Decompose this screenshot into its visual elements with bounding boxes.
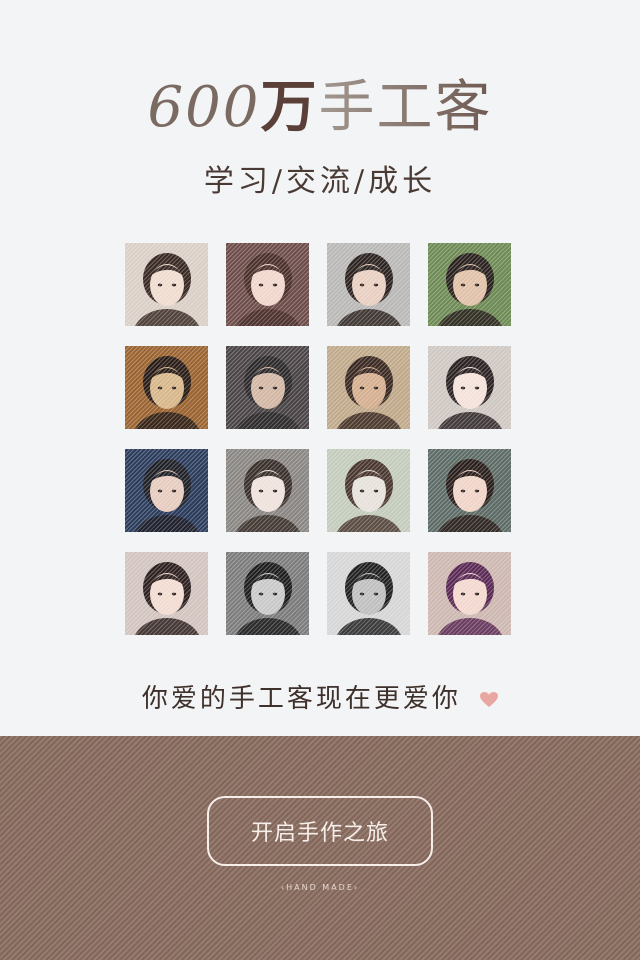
user-avatar[interactable] [125,243,208,326]
start-journey-button[interactable]: 开启手作之旅 [207,796,433,866]
avatar-photo [125,346,208,429]
avatar-photo [428,449,511,532]
user-count-unit: 万 [260,74,319,140]
user-avatar[interactable] [327,552,410,635]
user-count: 600 [147,75,261,140]
avatar-photo [226,243,309,326]
avatar-photo [125,449,208,532]
user-avatar[interactable] [428,346,511,429]
user-avatar[interactable] [327,346,410,429]
avatar-photo [327,449,410,532]
subtitle: 学习/交流/成长 [203,164,437,199]
avatar-photo [125,552,208,635]
tagline: 你爱的手工客现在更爱你 [0,678,640,715]
hand-made-brandmark: ‹HAND MADE› [280,883,360,892]
user-avatar[interactable] [125,449,208,532]
brandmark-text: HAND MADE [286,883,354,892]
headline: 600万手工客 [0,72,640,143]
app-name: 手工客 [318,75,493,140]
user-avatar[interactable] [125,552,208,635]
tagline-text: 你爱的手工客现在更爱你 [141,684,461,714]
avatar-photo [428,552,511,635]
avatar-photo [428,243,511,326]
avatar-photo [125,243,208,326]
user-avatar[interactable] [327,449,410,532]
user-avatar[interactable] [428,552,511,635]
user-avatar[interactable] [226,449,309,532]
user-avatar[interactable] [428,243,511,326]
user-avatar[interactable] [327,243,410,326]
avatar-grid [125,243,511,635]
avatar-photo [327,243,410,326]
user-avatar[interactable] [125,346,208,429]
user-avatar[interactable] [226,346,309,429]
avatar-photo [226,449,309,532]
user-avatar[interactable] [428,449,511,532]
avatar-photo [226,552,309,635]
avatar-photo [327,552,410,635]
avatar-photo [428,346,511,429]
avatar-photo [327,346,410,429]
avatar-photo [226,346,309,429]
heart-icon [480,692,499,707]
user-avatar[interactable] [226,552,309,635]
user-avatar[interactable] [226,243,309,326]
